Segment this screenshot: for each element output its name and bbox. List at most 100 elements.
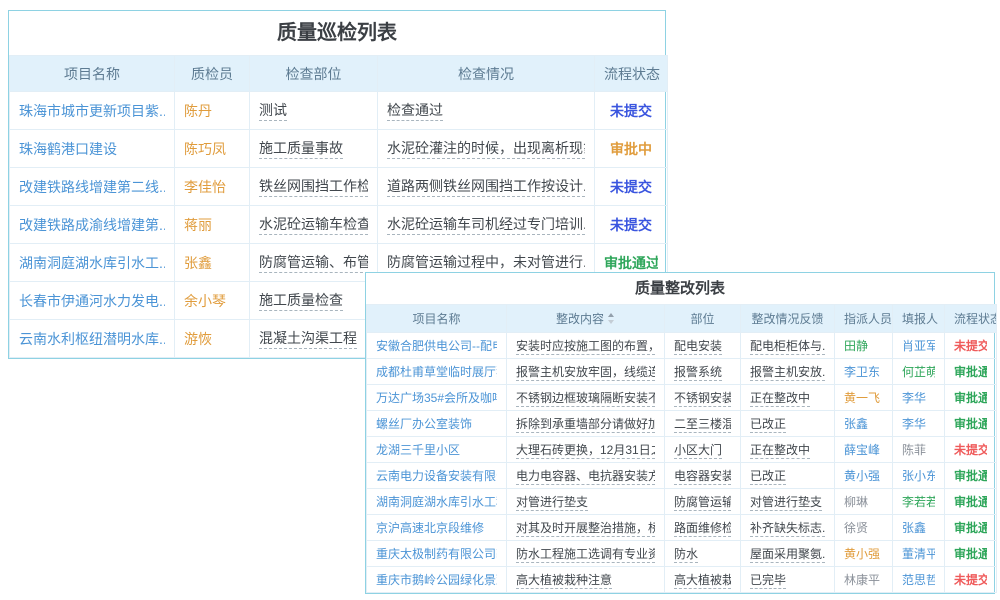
status-badge: 审批通过 [945,515,997,541]
rectify-content[interactable]: 电力电容器、电抗器安装方案... [507,463,665,489]
rectify-part[interactable]: 防腐管运输... [665,489,741,515]
rectify-content[interactable]: 拆除到承重墙部分请做好加固... [507,411,665,437]
status-badge: 未提交 [595,92,668,130]
col-header-content[interactable]: 整改内容 [507,305,665,333]
inspection-part[interactable]: 混凝土沟渠工程 [250,320,378,358]
project-name-link[interactable]: 湖南洞庭湖水库引水工... [10,244,175,282]
rectify-feedback[interactable]: 已完毕 [741,567,835,593]
rectify-part[interactable]: 防水 [665,541,741,567]
rectify-part[interactable]: 报警系统 [665,359,741,385]
project-name-link[interactable]: 重庆太极制药有限公司亳州中... [367,541,507,567]
status-badge: 审批通过 [945,463,997,489]
inspector-name[interactable]: 李佳怡 [175,168,250,206]
reporter-name[interactable]: 李华 [893,385,945,411]
rectify-content[interactable]: 安装时应按施工图的布置，将... [507,333,665,359]
inspector-name[interactable]: 蒋丽 [175,206,250,244]
rectify-feedback[interactable]: 正在整改中 [741,385,835,411]
inspector-name[interactable]: 张鑫 [175,244,250,282]
rectify-content[interactable]: 对管进行垫支 [507,489,665,515]
assignee-name[interactable]: 田静 [835,333,893,359]
inspection-part[interactable]: 铁丝网围挡工作检查 [250,168,378,206]
assignee-name[interactable]: 黄小强 [835,541,893,567]
project-name-link[interactable]: 京沪高速北京段维修 [367,515,507,541]
assignee-name[interactable]: 黄一飞 [835,385,893,411]
page-title: 质量巡检列表 [9,11,665,55]
rectify-feedback[interactable]: 配电柜柜体与... [741,333,835,359]
rectify-content[interactable]: 报警主机安放牢固，线缆连接... [507,359,665,385]
assignee-name[interactable]: 林康平 [835,567,893,593]
project-name-link[interactable]: 改建铁路线增建第二线... [10,168,175,206]
inspection-part[interactable]: 水泥砼运输车检查 [250,206,378,244]
project-name-link[interactable]: 云南电力设备安装有限公司20... [367,463,507,489]
status-badge: 审批通过 [945,385,997,411]
rectify-content[interactable]: 大理石砖更换，12月31日之... [507,437,665,463]
inspector-name[interactable]: 陈巧凤 [175,130,250,168]
rectify-content[interactable]: 对其及时开展整治措施，桥头... [507,515,665,541]
project-name-link[interactable]: 重庆市鹅岭公园绿化景观提升... [367,567,507,593]
project-name-link[interactable]: 成都杜甫草堂临时展厅独立展... [367,359,507,385]
rectify-content[interactable]: 防水工程施工选调有专业资质... [507,541,665,567]
col-header-reporter: 填报人 [893,305,945,333]
rectify-feedback[interactable]: 屋面采用聚氨... [741,541,835,567]
rectify-part[interactable]: 高大植被栽种 [665,567,741,593]
project-name-link[interactable]: 改建铁路成渝线增建第... [10,206,175,244]
table-row: 湖南洞庭湖水库引水工程施工1标对管进行垫支防腐管运输...对管进行垫支柳琳李若若… [367,489,997,515]
reporter-name[interactable]: 李华 [893,411,945,437]
table-row: 万达广场35#会所及咖啡厅空...不锈钢边框玻璃隔断安装不牢...不锈钢安装..… [367,385,997,411]
assignee-name[interactable]: 徐贤 [835,515,893,541]
inspector-name[interactable]: 陈丹 [175,92,250,130]
rectify-part[interactable]: 路面维修检... [665,515,741,541]
rectify-part[interactable]: 电容器安装... [665,463,741,489]
project-name-link[interactable]: 龙湖三千里小区 [367,437,507,463]
table-row: 螺丝厂办公室装饰拆除到承重墙部分请做好加固...二至三楼混...已改正张鑫李华审… [367,411,997,437]
rectify-feedback[interactable]: 对管进行垫支 [741,489,835,515]
inspection-situation[interactable]: 检查通过 [378,92,595,130]
project-name-link[interactable]: 湖南洞庭湖水库引水工程施工1标 [367,489,507,515]
rectify-content[interactable]: 高大植被栽种注意 [507,567,665,593]
reporter-name[interactable]: 张鑫 [893,515,945,541]
rectify-part[interactable]: 配电安装 [665,333,741,359]
rectify-feedback[interactable]: 已改正 [741,463,835,489]
rectify-feedback[interactable]: 补齐缺失标志... [741,515,835,541]
reporter-name[interactable]: 何芷萌 [893,359,945,385]
inspection-part[interactable]: 施工质量事故 [250,130,378,168]
reporter-name[interactable]: 董清平 [893,541,945,567]
table-row: 重庆太极制药有限公司亳州中...防水工程施工选调有专业资质...防水屋面采用聚氨… [367,541,997,567]
status-badge: 未提交 [595,206,668,244]
reporter-name[interactable]: 陈菲 [893,437,945,463]
project-name-link[interactable]: 长春市伊通河水力发电... [10,282,175,320]
project-name-link[interactable]: 万达广场35#会所及咖啡厅空... [367,385,507,411]
rectify-feedback[interactable]: 正在整改中 [741,437,835,463]
assignee-name[interactable]: 张鑫 [835,411,893,437]
rectify-content[interactable]: 不锈钢边框玻璃隔断安装不牢... [507,385,665,411]
project-name-link[interactable]: 螺丝厂办公室装饰 [367,411,507,437]
inspector-name[interactable]: 游恢 [175,320,250,358]
rectify-feedback[interactable]: 报警主机安放... [741,359,835,385]
assignee-name[interactable]: 黄小强 [835,463,893,489]
assignee-name[interactable]: 薛宝峰 [835,437,893,463]
assignee-name[interactable]: 李卫东 [835,359,893,385]
reporter-name[interactable]: 张小东 [893,463,945,489]
project-name-link[interactable]: 珠海鹤港口建设 [10,130,175,168]
inspection-situation[interactable]: 水泥砼灌注的时候，出现离析现象 [378,130,595,168]
project-name-link[interactable]: 珠海市城市更新项目紫... [10,92,175,130]
reporter-name[interactable]: 肖亚军 [893,333,945,359]
inspection-situation[interactable]: 道路两侧铁丝网围挡工作按设计... [378,168,595,206]
rectify-part[interactable]: 小区大门 [665,437,741,463]
inspection-situation[interactable]: 水泥砼运输车司机经过专门培训... [378,206,595,244]
rectify-part[interactable]: 二至三楼混... [665,411,741,437]
project-name-link[interactable]: 云南水利枢纽潜明水库... [10,320,175,358]
inspector-name[interactable]: 余小琴 [175,282,250,320]
inspection-part[interactable]: 测试 [250,92,378,130]
inspection-part[interactable]: 防腐管运输、布管 [250,244,378,282]
rectify-part[interactable]: 不锈钢安装... [665,385,741,411]
reporter-name[interactable]: 范思哲 [893,567,945,593]
table-header-row: 项目名称 质检员 检查部位 检查情况 流程状态 [10,56,668,92]
rectify-feedback[interactable]: 已改正 [741,411,835,437]
table-row: 重庆市鹅岭公园绿化景观提升...高大植被栽种注意高大植被栽种已完毕林康平范思哲未… [367,567,997,593]
inspection-part[interactable]: 施工质量检查 [250,282,378,320]
sort-icon[interactable] [607,313,615,324]
reporter-name[interactable]: 李若若 [893,489,945,515]
project-name-link[interactable]: 安徽合肥供电公司--配电设备... [367,333,507,359]
assignee-name[interactable]: 柳琳 [835,489,893,515]
